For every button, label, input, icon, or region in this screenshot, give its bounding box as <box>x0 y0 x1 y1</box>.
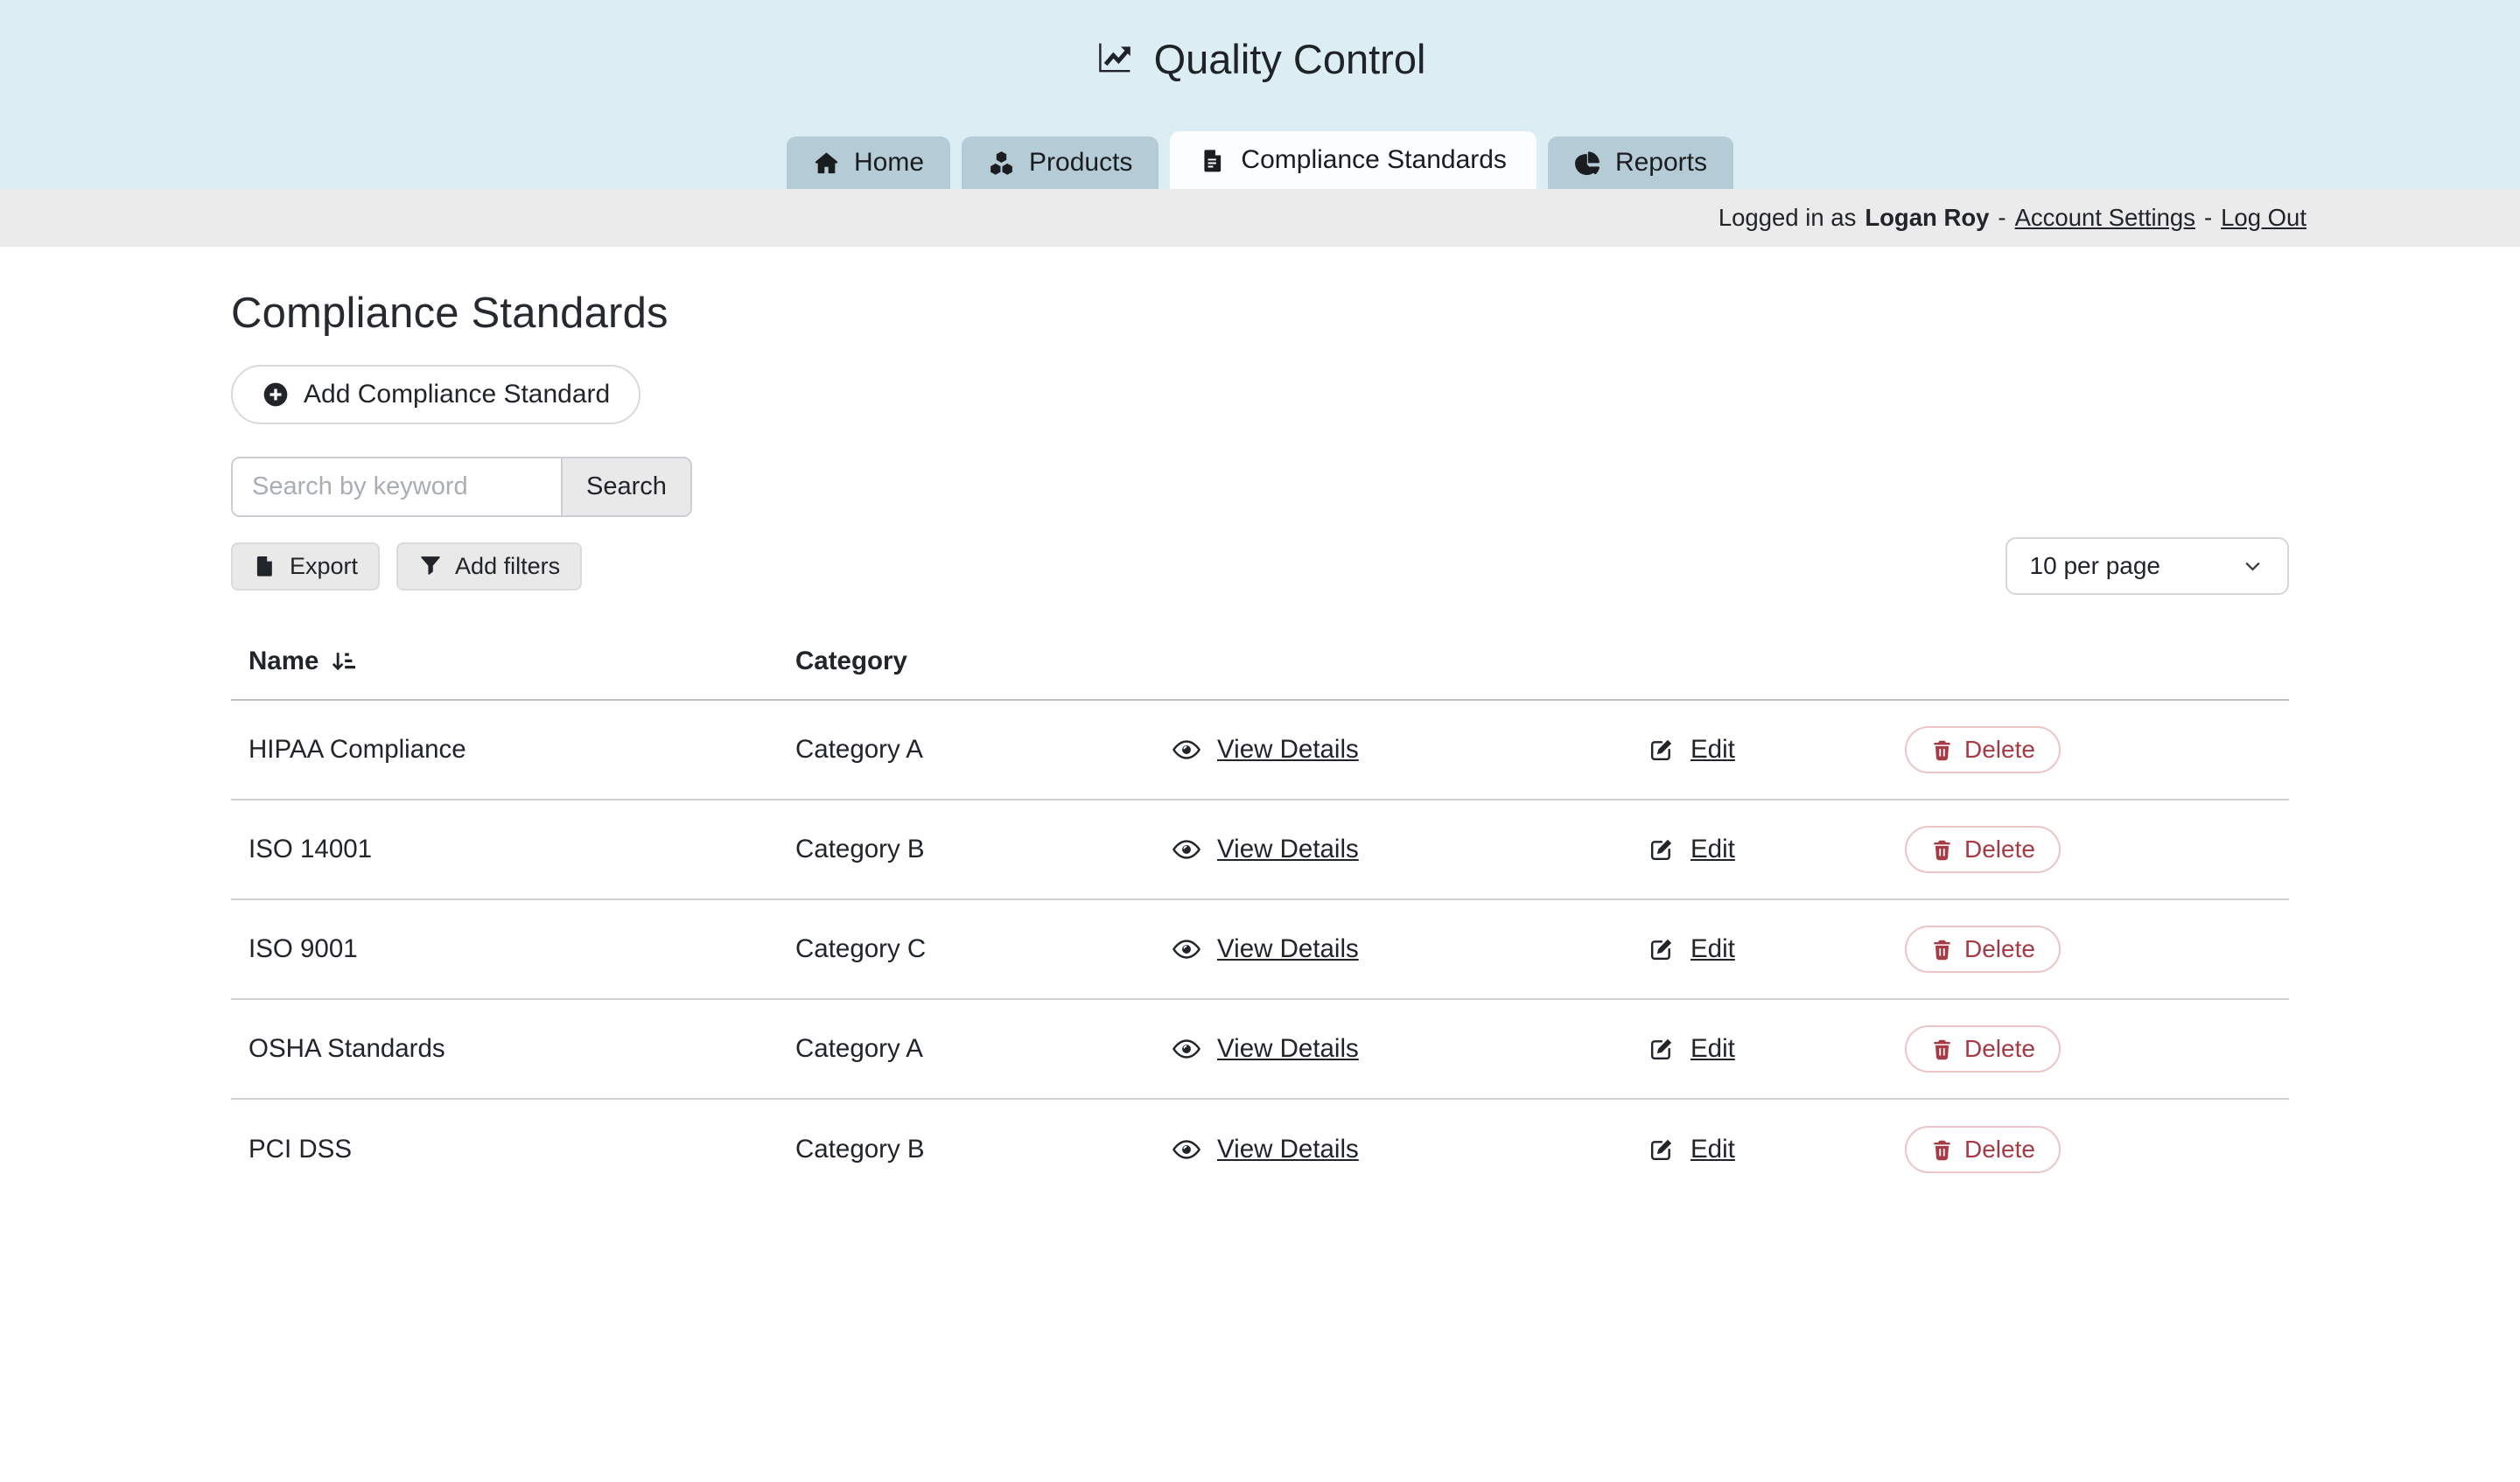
per-page-value: 10 per page <box>2030 552 2160 580</box>
tab-reports-label: Reports <box>1615 148 1707 178</box>
view-details-link[interactable]: View Details <box>1217 934 1359 964</box>
add-filters-label: Add filters <box>455 553 560 580</box>
trash-icon <box>1930 838 1954 862</box>
standard-name-cell: ISO 9001 <box>248 934 795 964</box>
edit-link[interactable]: Edit <box>1690 835 1735 864</box>
edit-link[interactable]: Edit <box>1690 735 1735 765</box>
edit-icon <box>1648 1036 1675 1063</box>
edit-icon <box>1648 737 1675 764</box>
delete-label: Delete <box>1964 1035 2035 1063</box>
edit-icon <box>1648 1136 1675 1164</box>
file-lines-icon <box>1200 147 1227 174</box>
tab-reports[interactable]: Reports <box>1548 136 1733 189</box>
delete-button[interactable]: Delete <box>1905 826 2061 873</box>
standard-name-cell: HIPAA Compliance <box>248 735 795 765</box>
app-header: Quality Control Home <box>0 0 2520 189</box>
table-row: OSHA Standards Category A View Details E… <box>231 1000 2289 1100</box>
eye-icon <box>1172 735 1201 765</box>
account-bar: Logged in as Logan Roy - Account Setting… <box>0 189 2520 247</box>
delete-label: Delete <box>1964 1136 2035 1164</box>
tab-products[interactable]: Products <box>962 136 1158 189</box>
standard-name-cell: OSHA Standards <box>248 1034 795 1064</box>
page: Quality Control Home <box>0 0 2520 1482</box>
tab-compliance-standards-label: Compliance Standards <box>1241 145 1507 175</box>
edit-link[interactable]: Edit <box>1690 934 1735 964</box>
app-title: Quality Control <box>1154 35 1426 83</box>
search-input[interactable] <box>233 458 561 515</box>
page-title: Compliance Standards <box>231 289 2289 338</box>
log-out-link[interactable]: Log Out <box>2221 204 2306 232</box>
search-group: Search <box>231 457 692 517</box>
eye-icon <box>1172 1135 1201 1164</box>
search-button[interactable]: Search <box>561 458 690 515</box>
view-details-link[interactable]: View Details <box>1217 1034 1359 1064</box>
table-row: ISO 9001 Category C View Details Edit <box>231 900 2289 1000</box>
chart-line-icon <box>1095 38 1137 80</box>
filter-icon <box>418 554 443 578</box>
chevron-down-icon <box>2241 555 2264 578</box>
standard-category-cell: Category C <box>795 934 1172 964</box>
edit-icon <box>1648 936 1675 963</box>
tab-products-label: Products <box>1029 148 1132 178</box>
table-row: ISO 14001 Category B View Details Edit <box>231 800 2289 900</box>
standard-category-cell: Category A <box>795 1034 1172 1064</box>
eye-icon <box>1172 1034 1201 1064</box>
trash-icon <box>1930 738 1954 762</box>
sort-down-icon <box>330 648 357 675</box>
delete-button[interactable]: Delete <box>1905 726 2061 773</box>
nav-tabs: Home Products <box>0 131 2520 189</box>
edit-link[interactable]: Edit <box>1690 1034 1735 1064</box>
delete-button[interactable]: Delete <box>1905 1126 2061 1173</box>
app-title-row: Quality Control <box>0 0 2520 83</box>
edit-icon <box>1648 836 1675 863</box>
delete-button[interactable]: Delete <box>1905 926 2061 973</box>
add-compliance-standard-button[interactable]: Add Compliance Standard <box>231 365 640 424</box>
eye-icon <box>1172 934 1201 964</box>
house-icon <box>813 150 840 177</box>
standard-category-cell: Category B <box>795 1135 1172 1164</box>
view-details-link[interactable]: View Details <box>1217 1135 1359 1164</box>
trash-icon <box>1930 1138 1954 1162</box>
delete-button[interactable]: Delete <box>1905 1025 2061 1073</box>
export-label: Export <box>290 553 358 580</box>
standards-table: Name Category HIPAA Complia <box>231 624 2289 1199</box>
tab-compliance-standards[interactable]: Compliance Standards <box>1170 131 1536 189</box>
delete-label: Delete <box>1964 835 2035 863</box>
eye-icon <box>1172 835 1201 864</box>
standard-name-cell: ISO 14001 <box>248 835 795 864</box>
trash-icon <box>1930 938 1954 961</box>
per-page-select[interactable]: 10 per page <box>2006 537 2289 595</box>
username: Logan Roy <box>1865 204 1989 232</box>
file-export-icon <box>253 554 277 578</box>
tab-home[interactable]: Home <box>787 136 950 189</box>
trash-icon <box>1930 1038 1954 1061</box>
logged-in-text: Logged in as <box>1718 204 1857 232</box>
table-row: PCI DSS Category B View Details Edit <box>231 1100 2289 1199</box>
separator: - <box>2204 204 2212 232</box>
export-button[interactable]: Export <box>231 542 380 591</box>
column-header-category: Category <box>795 647 1172 676</box>
standard-name-cell: PCI DSS <box>248 1135 795 1164</box>
separator: - <box>1998 204 2006 232</box>
table-header-row: Name Category <box>231 624 2289 701</box>
toolbar: Export Add filters 10 per page <box>231 537 2289 595</box>
standard-category-cell: Category A <box>795 735 1172 765</box>
pie-chart-icon <box>1574 150 1601 177</box>
account-settings-link[interactable]: Account Settings <box>2015 204 2195 232</box>
main-content: Compliance Standards Add Compliance Stan… <box>0 289 2520 1199</box>
delete-label: Delete <box>1964 736 2035 764</box>
edit-link[interactable]: Edit <box>1690 1135 1735 1164</box>
add-button-label: Add Compliance Standard <box>304 380 610 409</box>
table-body: HIPAA Compliance Category A View Details… <box>231 701 2289 1199</box>
view-details-link[interactable]: View Details <box>1217 735 1359 765</box>
view-details-link[interactable]: View Details <box>1217 835 1359 864</box>
table-row: HIPAA Compliance Category A View Details… <box>231 701 2289 800</box>
add-filters-button[interactable]: Add filters <box>396 542 582 591</box>
column-header-name[interactable]: Name <box>248 647 795 676</box>
standard-category-cell: Category B <box>795 835 1172 864</box>
delete-label: Delete <box>1964 935 2035 963</box>
circle-plus-icon <box>262 381 290 409</box>
cubes-icon <box>988 150 1015 177</box>
tab-home-label: Home <box>854 148 924 178</box>
